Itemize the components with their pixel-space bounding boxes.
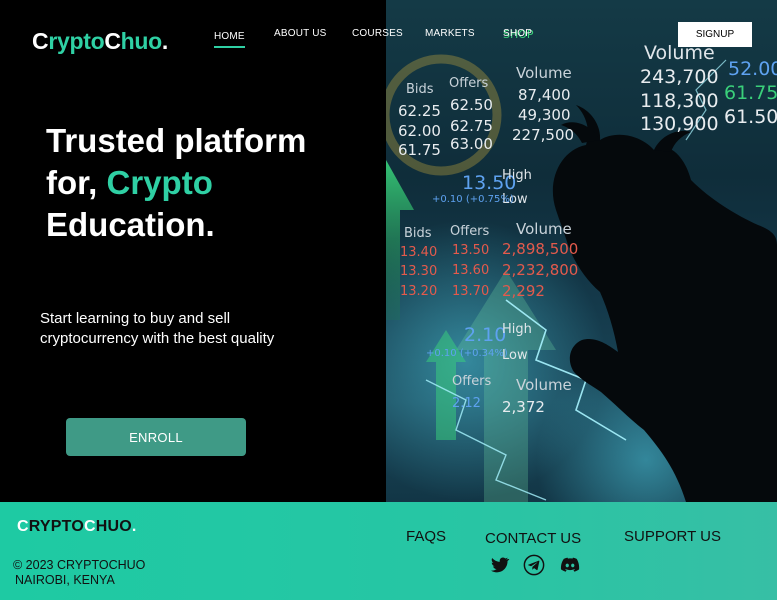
board-value: 227,500 xyxy=(512,126,575,144)
board-value: 130,900 xyxy=(640,113,719,135)
board-value: 2,232,800 xyxy=(502,261,579,279)
board-value: 13.30 xyxy=(400,264,438,279)
footer-logo-part: RYPTO xyxy=(28,518,84,535)
board-label: Volume xyxy=(516,376,572,394)
nav-courses[interactable]: COURSES xyxy=(352,28,403,39)
board-value: 62.75 xyxy=(450,117,493,135)
board-value: 2.10 xyxy=(464,324,507,346)
logo-part: rypto xyxy=(48,28,105,54)
board-label: Volume xyxy=(516,220,572,238)
footer-logo-dot: . xyxy=(131,518,137,535)
site-footer: CRYPTOCHUO. © 2023 CRYPTOCHUO NAIROBI, K… xyxy=(0,502,777,600)
board-value: 62.50 xyxy=(450,96,493,114)
board-value: 61.75 xyxy=(398,141,441,159)
enroll-button[interactable]: ENROLL xyxy=(66,418,246,456)
footer-link-contact-us[interactable]: CONTACT US xyxy=(485,530,581,547)
telegram-icon[interactable] xyxy=(523,554,545,576)
board-value: 87,400 xyxy=(518,86,571,104)
board-value: 62.00 xyxy=(398,122,441,140)
nav-markets[interactable]: MARKETS xyxy=(425,28,475,39)
headline-line: Trusted platform xyxy=(46,122,307,159)
footer-link-faqs[interactable]: FAQS xyxy=(406,528,446,545)
logo-letter: C xyxy=(32,28,49,54)
board-value: 62.25 xyxy=(398,102,441,120)
discord-icon[interactable] xyxy=(559,554,581,576)
market-bull-image: Bids Offers Volume 62.25 62.50 87,400 62… xyxy=(386,0,777,502)
nav-home[interactable]: HOME xyxy=(214,31,245,48)
signup-button[interactable]: SIGNUP xyxy=(678,22,752,47)
board-value: 61.75 xyxy=(724,82,777,104)
board-label: Volume xyxy=(516,64,572,82)
board-value: 49,300 xyxy=(518,106,571,124)
board-value: 2,292 xyxy=(502,282,545,300)
board-label: High xyxy=(502,322,532,337)
footer-logo-part: C xyxy=(17,518,29,535)
nav-shop[interactable]: SHOP xyxy=(503,28,532,39)
twitter-icon[interactable] xyxy=(488,554,510,576)
board-value: +0.10 (+0.75%) xyxy=(432,194,514,205)
board-label: Offers xyxy=(452,374,492,389)
hero-section: Bids Offers Volume 62.25 62.50 87,400 62… xyxy=(0,0,777,502)
footer-logo[interactable]: CRYPTOCHUO. xyxy=(17,518,137,536)
board-value: 13.60 xyxy=(452,263,490,278)
headline-text: for, xyxy=(46,164,107,201)
headline-accent: Crypto xyxy=(106,164,213,201)
board-value: 118,300 xyxy=(640,90,719,112)
headline-line: for, Crypto xyxy=(46,162,306,204)
board-value: 2,372 xyxy=(502,398,545,416)
footer-logo-part: C xyxy=(84,518,96,535)
board-value: 2,898,500 xyxy=(502,240,579,258)
board-value: 13.70 xyxy=(452,284,490,299)
hero-subtext: Start learning to buy and sell cryptocur… xyxy=(40,309,360,349)
site-logo[interactable]: CryptoChuo. xyxy=(32,28,168,55)
nav-about-us[interactable]: ABOUT US xyxy=(274,28,327,39)
logo-letter: C xyxy=(104,28,121,54)
headline-line: Education. xyxy=(46,206,215,243)
logo-dot: . xyxy=(161,28,168,54)
board-label: High xyxy=(502,168,532,183)
subtext-line: Start learning to buy and sell xyxy=(40,310,231,327)
board-label: Offers xyxy=(450,224,490,239)
board-label: Bids xyxy=(404,226,432,241)
board-value: 13.50 xyxy=(452,243,490,258)
footer-link-support-us[interactable]: SUPPORT US xyxy=(624,528,721,545)
copyright-text: © 2023 CRYPTOCHUO xyxy=(13,558,146,572)
board-value: +0.10 (+0.34%) xyxy=(426,348,508,359)
logo-part: huo xyxy=(120,28,163,54)
board-value: 243,700 xyxy=(640,66,719,88)
board-value: 63.00 xyxy=(450,135,493,153)
board-value: 61.50 xyxy=(724,106,777,128)
board-value: 2.12 xyxy=(452,396,481,411)
board-value: 13.40 xyxy=(400,245,438,260)
board-value: 52.00 xyxy=(728,58,777,80)
subtext-line: cryptocurrency with the best quality xyxy=(40,330,275,347)
footer-logo-part: HUO xyxy=(95,518,132,535)
board-label: Bids xyxy=(406,82,434,97)
board-value: 13.20 xyxy=(400,284,438,299)
board-label: Offers xyxy=(449,76,489,91)
hero-headline: Trusted platform for, Crypto Education. xyxy=(46,120,306,246)
location-text: NAIROBI, KENYA xyxy=(15,573,115,587)
